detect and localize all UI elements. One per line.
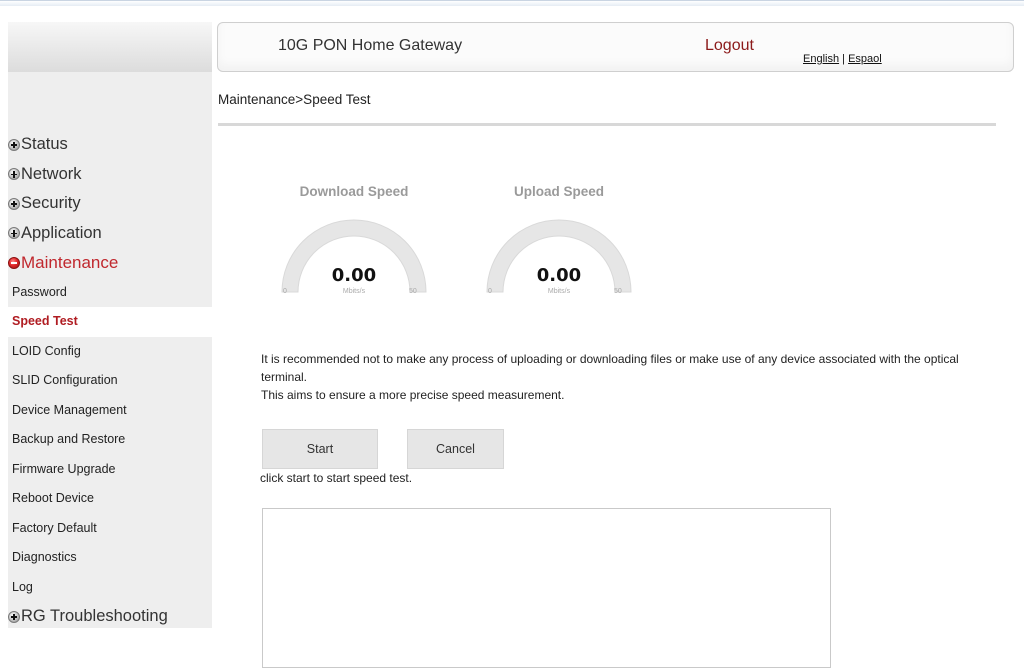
language-spanish-link[interactable]: Espaol: [848, 53, 882, 65]
sidebar-item-network[interactable]: Network: [8, 160, 212, 190]
submenu-item-firmware-upgrade[interactable]: Firmware Upgrade: [8, 455, 212, 485]
breadcrumb: Maintenance>Speed Test: [218, 92, 371, 107]
sidebar-item-application[interactable]: Application: [8, 219, 212, 249]
submenu-item-reboot-device[interactable]: Reboot Device: [8, 484, 212, 514]
plus-bullet-icon: [8, 227, 20, 240]
submenu-item-device-management[interactable]: Device Management: [8, 396, 212, 426]
submenu-item-slid-configuration[interactable]: SLID Configuration: [8, 366, 212, 396]
gauge-min: 0: [488, 288, 492, 295]
sidebar-item-label: Maintenance: [21, 252, 119, 272]
note-line: This aims to ensure a more precise speed…: [261, 388, 565, 402]
gauge-value: 0.00: [536, 265, 582, 286]
gauge-max: 50: [614, 288, 622, 295]
gateway-title: 10G PON Home Gateway: [278, 37, 463, 54]
gauge-title: Download Speed: [299, 184, 409, 199]
sidebar-item-label: Status: [21, 135, 68, 154]
speed-test-note: It is recommended not to make any proces…: [261, 350, 1001, 404]
upload-speed-gauge: Upload Speed 0.00 Mbits/s 0 50: [479, 184, 639, 324]
submenu-item-speed-test[interactable]: Speed Test: [8, 307, 212, 337]
plus-bullet-icon: [8, 168, 20, 181]
minus-bullet-icon: [8, 256, 20, 269]
submenu-item-diagnostics[interactable]: Diagnostics: [8, 543, 212, 573]
gauge-title: Upload Speed: [513, 184, 604, 199]
submenu-item-log[interactable]: Log: [8, 573, 212, 603]
header-bar: 10G PON Home Gateway Logout English | Es…: [217, 22, 1014, 72]
plus-bullet-icon: [8, 610, 20, 623]
plus-bullet-icon: [8, 197, 20, 210]
window-top-border: [0, 0, 1024, 6]
speed-test-output[interactable]: [262, 508, 831, 668]
sidebar-header: [8, 22, 212, 72]
sidebar-item-rg-troubleshooting[interactable]: RG Troubleshooting: [8, 602, 212, 632]
plus-bullet-icon: [8, 138, 20, 151]
gauge-value: 0.00: [331, 265, 377, 286]
submenu-item-loid-config[interactable]: LOID Config: [8, 337, 212, 367]
sidebar-item-label: Network: [21, 164, 82, 183]
sidebar-item-label: Security: [21, 194, 81, 213]
sidebar-item-maintenance[interactable]: Maintenance: [8, 248, 212, 278]
gauge-min: 0: [283, 288, 287, 295]
submenu-item-backup-restore[interactable]: Backup and Restore: [8, 425, 212, 455]
submenu-item-factory-default[interactable]: Factory Default: [8, 514, 212, 544]
cancel-button[interactable]: Cancel: [407, 429, 504, 469]
gauge-max: 50: [409, 288, 417, 295]
maintenance-submenu: Password Speed Test LOID Config SLID Con…: [8, 278, 212, 603]
logout-link[interactable]: Logout: [705, 37, 754, 55]
download-speed-gauge: Download Speed 0.00 Mbits/s 0 50: [274, 184, 434, 324]
sidebar-item-label: RG Troubleshooting: [21, 607, 168, 626]
sidebar-item-status[interactable]: Status: [8, 130, 212, 160]
sidebar: Status Network Security Application Main…: [8, 22, 212, 628]
sidebar-menu: Status Network Security Application Main…: [8, 130, 212, 632]
language-english-link[interactable]: English: [803, 53, 839, 65]
language-separator: |: [842, 53, 845, 65]
note-line: It is recommended not to make any proces…: [261, 352, 959, 384]
submenu-item-password[interactable]: Password: [8, 278, 212, 308]
sidebar-item-label: Application: [21, 223, 102, 242]
breadcrumb-divider: [218, 123, 996, 126]
sidebar-item-security[interactable]: Security: [8, 189, 212, 219]
language-switcher: English | Espaol: [803, 53, 882, 65]
start-button[interactable]: Start: [262, 429, 378, 469]
start-hint: click start to start speed test.: [260, 471, 413, 485]
